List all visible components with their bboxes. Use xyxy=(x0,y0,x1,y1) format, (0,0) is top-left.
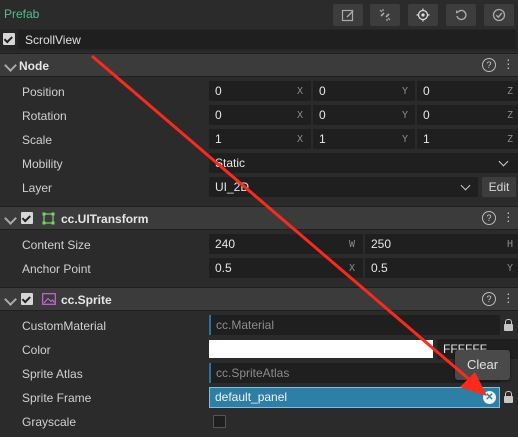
axis-y-label: Y xyxy=(507,263,514,274)
mobility-select[interactable]: Static xyxy=(209,153,518,173)
content-size-label: Content Size xyxy=(22,238,91,252)
collapse-chevron-icon[interactable] xyxy=(4,212,17,225)
axis-w-label: W xyxy=(349,239,356,250)
position-y-field[interactable]: 0 xyxy=(313,81,415,101)
sprite-frame-field[interactable]: default_panel xyxy=(209,387,500,408)
edit-prefab-button[interactable] xyxy=(333,4,363,26)
position-z-field[interactable]: 0 xyxy=(417,81,518,101)
sprite-enabled-checkbox[interactable] xyxy=(21,293,33,305)
scale-label: Scale xyxy=(22,133,53,147)
locate-icon xyxy=(416,8,430,22)
scale-y-field[interactable]: 1 xyxy=(313,129,415,149)
anchor-x-field[interactable]: 0.5 xyxy=(209,258,363,278)
layer-edit-button[interactable]: Edit xyxy=(482,177,516,197)
layer-select[interactable]: UI_2D xyxy=(209,177,478,197)
position-label: Position xyxy=(22,85,65,99)
more-options-icon[interactable]: · · · xyxy=(506,286,511,308)
layer-label: Layer xyxy=(22,181,53,195)
help-icon[interactable]: ? xyxy=(482,292,496,306)
axis-h-label: H xyxy=(507,239,514,250)
custom-material-field[interactable]: cc.Material xyxy=(209,315,500,335)
collapse-chevron-icon[interactable] xyxy=(4,293,17,306)
clear-icon[interactable]: ✕ xyxy=(483,391,496,404)
revert-prefab-button[interactable] xyxy=(446,4,476,26)
section-uitransform-title: cc.UITransform xyxy=(61,212,149,226)
section-node-title: Node xyxy=(19,59,49,73)
section-uitransform-header[interactable]: cc.UITransform ? · · · xyxy=(0,205,518,230)
anchor-point-label: Anchor Point xyxy=(22,262,91,276)
section-node-header[interactable]: Node ? · · · xyxy=(0,52,518,77)
help-icon[interactable]: ? xyxy=(482,58,496,72)
axis-x-label: X xyxy=(297,110,304,121)
prefab-label: Prefab xyxy=(4,7,40,21)
grayscale-label: Grayscale xyxy=(22,415,77,429)
axis-y-label: Y xyxy=(402,134,409,145)
axis-x-label: X xyxy=(297,86,304,97)
rotation-label: Rotation xyxy=(22,109,67,123)
axis-y-label: Y xyxy=(402,110,409,121)
axis-y-label: Y xyxy=(402,86,409,97)
grayscale-checkbox[interactable] xyxy=(213,415,226,428)
node-name-input[interactable]: ScrollView xyxy=(18,30,516,49)
mobility-label: Mobility xyxy=(22,157,63,171)
lock-icon[interactable] xyxy=(504,319,513,331)
sprite-atlas-label: Sprite Atlas xyxy=(22,367,83,381)
sprite-icon xyxy=(42,293,56,305)
unlink-icon xyxy=(379,9,391,21)
uitransform-enabled-checkbox[interactable] xyxy=(21,212,33,224)
section-sprite-header[interactable]: cc.Sprite ? · · · xyxy=(0,286,518,311)
sprite-frame-label: Sprite Frame xyxy=(22,391,92,405)
content-size-h-field[interactable]: 250 xyxy=(365,234,518,254)
apply-prefab-button[interactable] xyxy=(484,4,514,26)
color-label: Color xyxy=(22,343,51,357)
rotation-z-field[interactable]: 0 xyxy=(417,105,518,125)
axis-x-label: X xyxy=(297,134,304,145)
axis-z-label: Z xyxy=(507,86,514,97)
axis-x-label: X xyxy=(349,263,356,274)
more-options-icon[interactable]: · · · xyxy=(506,205,511,227)
help-icon[interactable]: ? xyxy=(482,211,496,225)
section-sprite-title: cc.Sprite xyxy=(61,293,112,307)
scale-z-field[interactable]: 1 xyxy=(417,129,518,149)
anchor-y-field[interactable]: 0.5 xyxy=(365,258,518,278)
check-circle-icon xyxy=(492,8,506,22)
scale-x-field[interactable]: 1 xyxy=(209,129,311,149)
color-swatch[interactable] xyxy=(209,340,433,358)
custom-material-label: CustomMaterial xyxy=(22,319,107,333)
clear-tooltip: Clear xyxy=(455,350,510,380)
collapse-chevron-icon[interactable] xyxy=(4,59,17,72)
axis-z-label: Z xyxy=(507,110,514,121)
node-active-checkbox[interactable] xyxy=(3,33,15,45)
position-x-field[interactable]: 0 xyxy=(209,81,311,101)
edit-icon xyxy=(341,9,354,22)
revert-icon xyxy=(456,9,467,21)
lock-icon[interactable] xyxy=(504,391,513,403)
locate-prefab-button[interactable] xyxy=(408,4,438,26)
axis-z-label: Z xyxy=(507,134,514,145)
unlink-prefab-button[interactable] xyxy=(370,4,400,26)
uitransform-icon xyxy=(42,212,55,225)
rotation-x-field[interactable]: 0 xyxy=(209,105,311,125)
rotation-y-field[interactable]: 0 xyxy=(313,105,415,125)
more-options-icon[interactable]: · · · xyxy=(506,52,511,74)
content-size-w-field[interactable]: 240 xyxy=(209,234,363,254)
prefab-toolbar xyxy=(0,0,518,29)
